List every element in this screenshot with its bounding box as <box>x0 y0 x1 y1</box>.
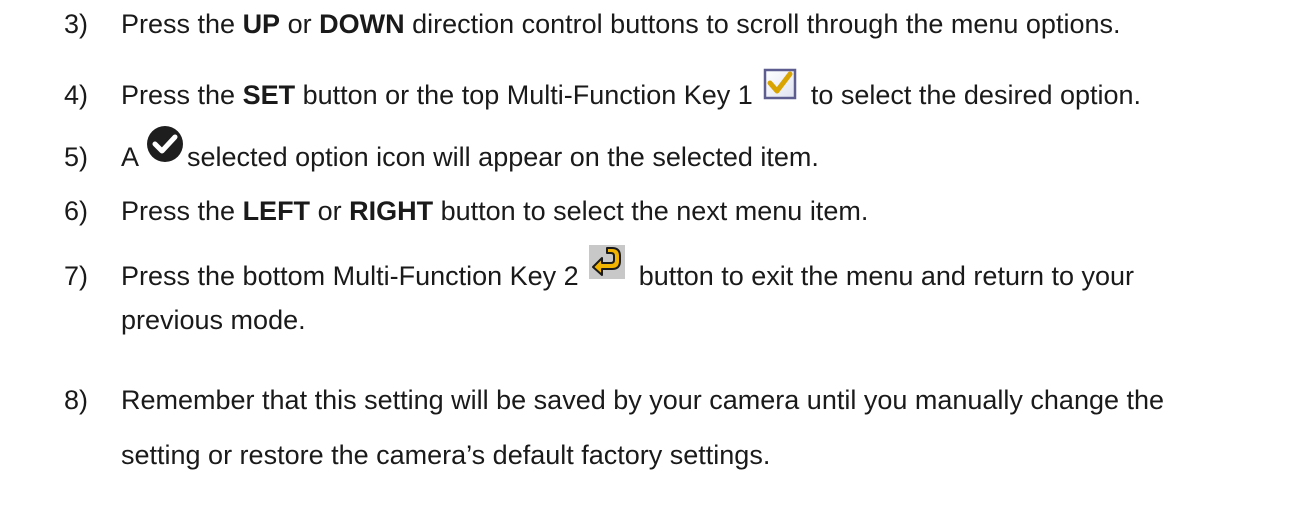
right-keyword: RIGHT <box>349 196 434 226</box>
step-text: button to exit the menu and return to yo… <box>638 261 1135 291</box>
up-keyword: UP <box>242 9 281 39</box>
step-number: 5) <box>64 142 89 172</box>
set-keyword: SET <box>242 80 296 110</box>
step-number: 6) <box>64 196 89 226</box>
return-arrow-icon <box>588 244 625 279</box>
step-text: Press the bottom Multi-Function Key 2 <box>121 261 579 291</box>
step-text: direction control buttons to scroll thro… <box>404 9 1121 39</box>
step-number: 3) <box>64 9 89 39</box>
step-text: Remember that this setting will be saved… <box>121 385 1165 415</box>
step-text-continued: previous mode. <box>121 305 306 335</box>
step-text: Press the <box>121 9 243 39</box>
step-text: or <box>310 196 350 226</box>
step-5: 5) Aselected option icon will appear on t… <box>64 125 819 176</box>
left-keyword: LEFT <box>242 196 311 226</box>
step-number: 4) <box>64 80 89 110</box>
step-7: 7) Press the bottom Multi-Function Key 2 b… <box>64 244 1135 339</box>
step-3: 3) Press the UP or DOWN direction control… <box>64 5 1121 43</box>
step-text: or <box>280 9 320 39</box>
step-8: 8) Remember that this setting will be sav… <box>64 381 1164 474</box>
step-text: Press the <box>121 196 243 226</box>
step-text-continued: setting or restore the camera’s default … <box>121 440 771 470</box>
step-6: 6) Press the LEFT or RIGHT button to sele… <box>64 192 868 230</box>
down-keyword: DOWN <box>319 9 405 39</box>
instruction-steps: 3) Press the UP or DOWN direction control… <box>0 0 1296 521</box>
checkbox-checked-icon <box>763 68 797 100</box>
step-text: button or the top Multi-Function Key 1 <box>295 80 753 110</box>
step-text: button to select the next menu item. <box>433 196 869 226</box>
step-text: selected option icon will appear on the … <box>187 142 819 172</box>
step-number: 8) <box>64 385 89 415</box>
step-4: 4) Press the SET button or the top Multi-… <box>64 68 1142 114</box>
step-text: A <box>121 142 140 172</box>
step-text: to select the desired option. <box>810 80 1142 110</box>
step-number: 7) <box>64 261 89 291</box>
step-text: Press the <box>121 80 243 110</box>
selected-check-circle-icon <box>145 124 185 164</box>
